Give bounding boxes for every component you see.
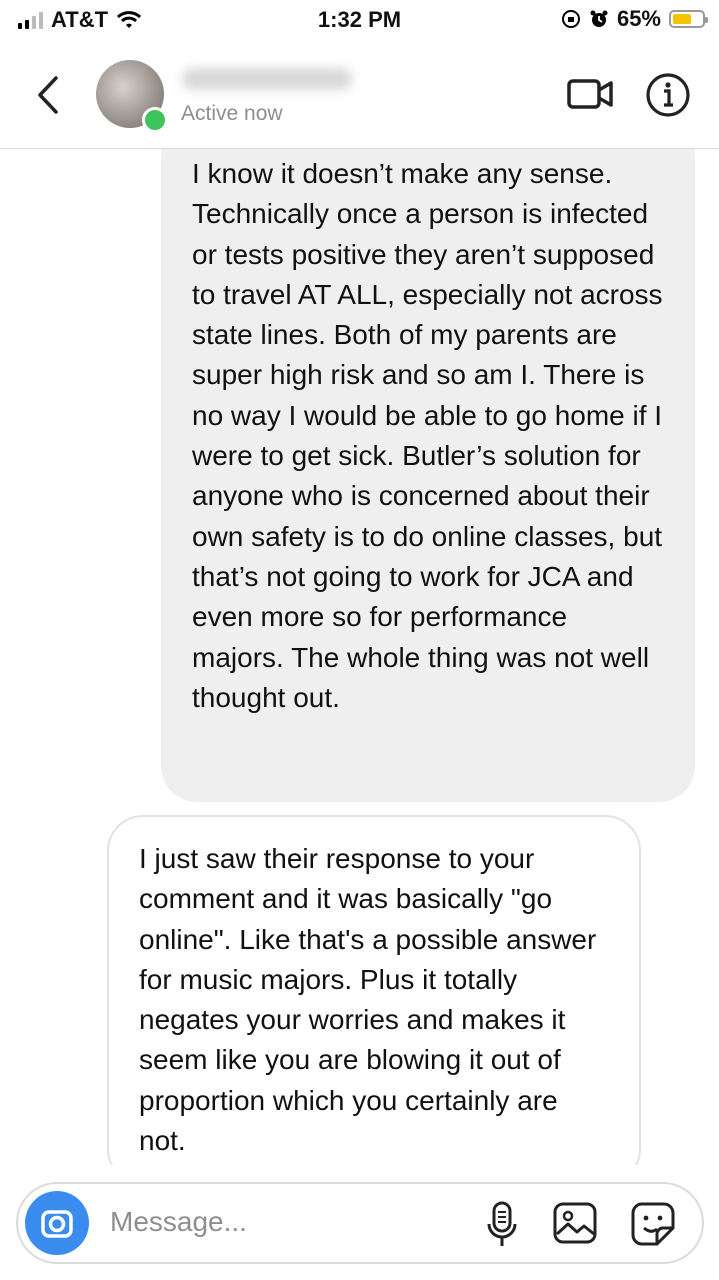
battery-percent: 65% xyxy=(616,6,661,31)
received-message-bubble[interactable]: I know it doesn’t make any sense. Techni… xyxy=(161,120,695,802)
message-composer: Message... xyxy=(16,1182,704,1264)
contact-name-redacted[interactable] xyxy=(182,68,352,90)
orientation-lock-icon xyxy=(561,10,580,28)
camera-button[interactable] xyxy=(25,1191,89,1255)
active-status: Active now xyxy=(181,102,283,125)
online-indicator xyxy=(142,107,168,133)
message-text: I know it doesn’t make any sense. Techni… xyxy=(192,158,663,713)
info-icon[interactable] xyxy=(645,72,691,118)
battery-icon xyxy=(669,10,708,28)
sticker-icon[interactable] xyxy=(630,1201,676,1247)
camera-icon xyxy=(41,1210,73,1238)
sent-message-bubble[interactable]: I just saw their response to your commen… xyxy=(107,815,641,1185)
message-text: I just saw their response to your commen… xyxy=(139,843,597,1157)
message-input[interactable]: Message... xyxy=(110,1206,247,1238)
chat-header: Active now xyxy=(0,40,719,149)
status-bar: AT&T 1:32 PM 65% xyxy=(0,0,719,40)
gallery-icon[interactable] xyxy=(552,1201,598,1245)
back-chevron-icon[interactable] xyxy=(30,70,70,120)
status-right: 65% xyxy=(561,6,708,32)
microphone-icon[interactable] xyxy=(485,1200,519,1250)
video-camera-icon[interactable] xyxy=(566,76,614,112)
alarm-icon xyxy=(590,10,608,27)
